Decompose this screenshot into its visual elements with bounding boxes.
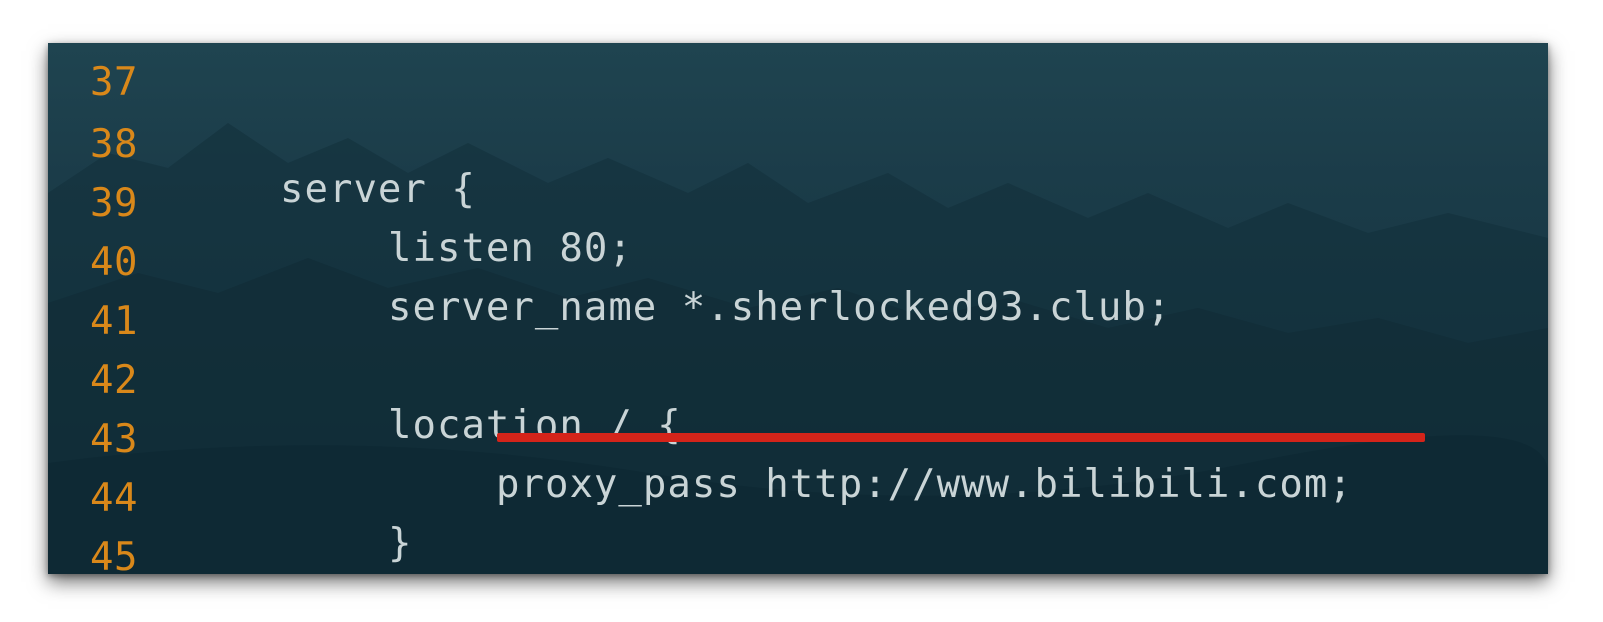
code-area[interactable]: 37 38 server { 39 listen 80; 40 server_n… [48, 43, 1548, 574]
highlight-underline [497, 433, 1425, 442]
code-line: 42 location / { [48, 313, 1548, 448]
code-line: 41 [48, 254, 1548, 344]
code-line: 40 server_name *.sherlocked93.club; [48, 195, 1548, 330]
code-line: 46 [48, 549, 1548, 574]
code-line: 45 } [48, 490, 1548, 574]
code-line: 38 server { [48, 77, 1548, 212]
code-editor[interactable]: 37 38 server { 39 listen 80; 40 server_n… [48, 43, 1548, 574]
code-line: 37 [48, 43, 1548, 105]
code-line: 39 listen 80; [48, 136, 1548, 271]
screenshot-stage: 37 38 server { 39 listen 80; 40 server_n… [0, 0, 1603, 622]
code-line-highlighted: 43 proxy_pass http://www.bilibili.com; [48, 372, 1548, 507]
